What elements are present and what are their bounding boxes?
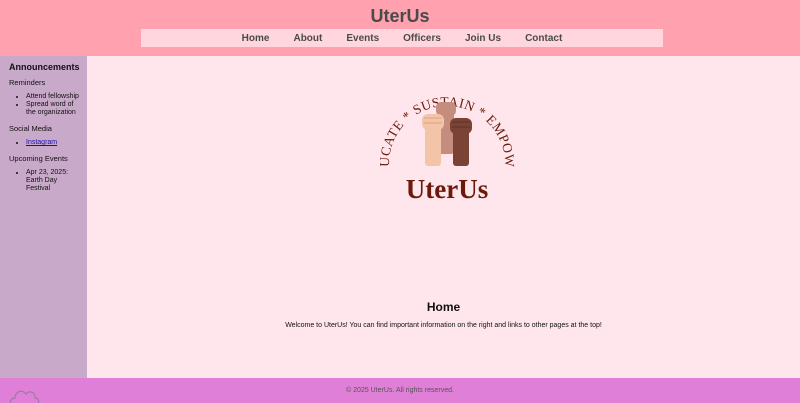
nav-contact[interactable]: Contact <box>513 33 574 44</box>
nav-events[interactable]: Events <box>334 33 391 44</box>
announcements-sidebar: Announcements Reminders Attend fellowshi… <box>0 56 87 378</box>
list-item: Attend fellowship <box>26 93 81 101</box>
list-item: Spread word of the organization <box>26 101 81 117</box>
list-item: Apr 23, 2025: Earth Day Festival <box>26 169 81 193</box>
nav-officers[interactable]: Officers <box>391 33 453 44</box>
reminders-heading: Reminders <box>9 78 46 87</box>
page-title: Home <box>426 300 461 314</box>
uterus-logo: EDUCATE * SUSTAIN * EMPOWER UterUs <box>372 72 517 204</box>
nav-home[interactable]: Home <box>230 33 282 44</box>
upcoming-events-heading: Upcoming Events <box>9 154 68 163</box>
list-item: Instagram <box>26 139 81 147</box>
upcoming-events-list: Apr 23, 2025: Earth Day Festival <box>9 169 81 193</box>
social-media-heading: Social Media <box>9 124 52 133</box>
welcome-text: Welcome to UterUs! You can find importan… <box>285 322 602 329</box>
instagram-link[interactable]: Instagram <box>26 139 57 146</box>
main-content: EDUCATE * SUSTAIN * EMPOWER UterUs Home … <box>87 56 800 378</box>
nav-about[interactable]: About <box>281 33 334 44</box>
site-footer: © 2025 UterUs. All rights reserved. <box>0 378 800 403</box>
page: UterUs Home About Events Officers Join U… <box>0 0 800 403</box>
reminders-list: Attend fellowship Spread word of the org… <box>9 93 81 117</box>
copyright-text: © 2025 UterUs. All rights reserved. <box>346 387 454 394</box>
site-header: UterUs Home About Events Officers Join U… <box>0 0 800 56</box>
main-nav: Home About Events Officers Join Us Conta… <box>141 29 663 47</box>
social-media-list: Instagram <box>9 139 81 147</box>
logo-wordmark: UterUs <box>406 174 488 204</box>
sidebar-title: Announcements <box>9 62 80 72</box>
site-title: UterUs <box>370 6 430 26</box>
nav-join-us[interactable]: Join Us <box>453 33 513 44</box>
